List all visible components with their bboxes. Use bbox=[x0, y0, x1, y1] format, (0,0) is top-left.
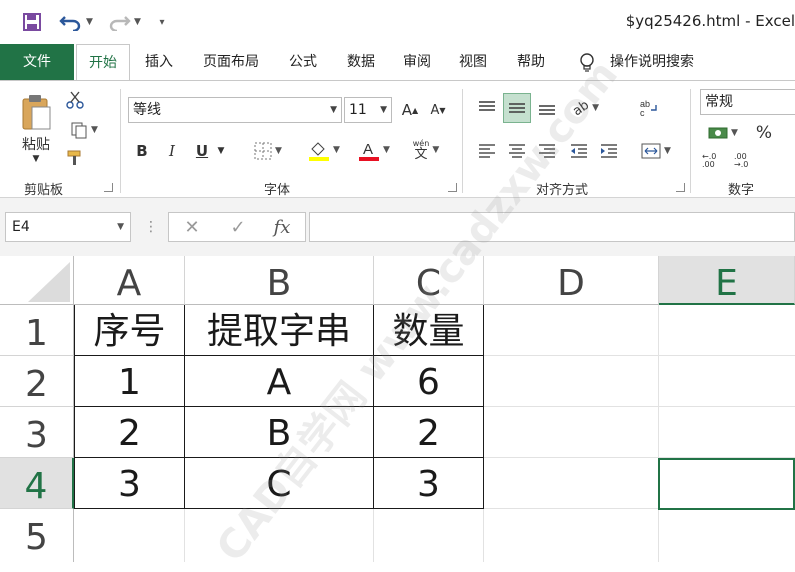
group-divider bbox=[690, 89, 691, 193]
decrease-font-icon[interactable]: A ▼ bbox=[426, 97, 450, 123]
paste-label[interactable]: 粘贴 bbox=[14, 135, 58, 153]
enter-icon[interactable]: ✓ bbox=[224, 212, 252, 242]
format-painter-icon[interactable] bbox=[64, 147, 86, 169]
tab-formulas[interactable]: 公式 bbox=[278, 44, 328, 80]
formula-input[interactable] bbox=[309, 212, 795, 242]
window-title: $yq25426.html - Excel bbox=[625, 12, 795, 30]
clipboard-group-label: 剪贴板 bbox=[24, 183, 64, 198]
font-name-select[interactable]: 等线 ▼ bbox=[128, 97, 342, 123]
formula-bar-grip-icon[interactable]: ⋮ bbox=[144, 212, 158, 242]
column-header-a[interactable]: A bbox=[74, 256, 185, 305]
tab-insert[interactable]: 插入 bbox=[134, 44, 184, 80]
gridline bbox=[658, 305, 659, 562]
clipboard-launcher-icon[interactable] bbox=[104, 183, 113, 192]
percent-style-button[interactable]: % bbox=[752, 121, 776, 145]
decrease-decimal-button[interactable]: .00 →.0 bbox=[734, 149, 762, 173]
alignment-launcher-icon[interactable] bbox=[676, 183, 685, 192]
merge-center-icon[interactable]: ▼ bbox=[634, 139, 678, 163]
paste-icon[interactable] bbox=[16, 91, 56, 135]
formula-bar: E4 ▼ ⋮ ✕ ✓ fx bbox=[0, 198, 795, 256]
increase-font-icon[interactable]: A ▲ bbox=[398, 97, 422, 123]
tell-me-search[interactable]: 操作说明搜索 bbox=[610, 44, 694, 80]
column-header-d[interactable]: D bbox=[484, 256, 659, 305]
number-format-select[interactable]: 常规 bbox=[700, 89, 795, 115]
cell-c3[interactable]: 2 bbox=[374, 407, 484, 458]
cut-icon[interactable] bbox=[64, 89, 86, 111]
gridline bbox=[484, 406, 795, 407]
group-divider bbox=[462, 89, 463, 193]
row-header-1[interactable]: 1 bbox=[0, 305, 74, 356]
row-header-4[interactable]: 4 bbox=[0, 458, 74, 509]
gridline bbox=[484, 355, 795, 356]
ribbon-tabs: 文件 开始 插入 页面布局 公式 数据 审阅 视图 帮助 操作说明搜索 bbox=[0, 44, 795, 81]
cell-c4[interactable]: 3 bbox=[374, 458, 484, 509]
insert-function-button[interactable]: fx bbox=[268, 212, 296, 242]
font-name-value: 等线 bbox=[133, 102, 161, 118]
font-color-icon[interactable]: A ▼ bbox=[352, 137, 396, 163]
wrap-text-icon[interactable]: ab c bbox=[636, 95, 662, 121]
number-format-value: 常规 bbox=[705, 94, 733, 110]
underline-dropdown-icon[interactable]: ▼ bbox=[214, 139, 228, 163]
customize-icon[interactable]: ▾ bbox=[152, 10, 172, 34]
gridline bbox=[483, 509, 484, 562]
worksheet-grid: A B C D E 1 2 3 4 5 序号 提取字串 数量 1 A 6 2 B… bbox=[0, 52, 795, 570]
fill-color-icon[interactable]: ▼ bbox=[302, 137, 346, 163]
bold-button[interactable]: B bbox=[132, 139, 152, 163]
paste-dropdown-icon[interactable]: ▼ bbox=[28, 153, 44, 165]
tab-help[interactable]: 帮助 bbox=[506, 44, 556, 80]
name-box[interactable]: E4 ▼ bbox=[5, 212, 131, 242]
tab-view[interactable]: 视图 bbox=[448, 44, 498, 80]
tab-home[interactable]: 开始 bbox=[76, 44, 130, 81]
redo-icon[interactable]: ▼ bbox=[104, 10, 144, 34]
cancel-icon[interactable]: ✕ bbox=[178, 212, 206, 242]
title-bar: ▼ ▼ ▾ $yq25426.html - Excel bbox=[0, 0, 795, 44]
number-group-label: 数字 bbox=[728, 183, 755, 198]
name-box-value: E4 bbox=[12, 219, 30, 235]
row-header-3[interactable]: 3 bbox=[0, 407, 74, 458]
ribbon: 粘贴 ▼ ▼ 剪贴板 等线 ▼ 11 ▼ A ▲ A ▼ B I U ▼ ▼ ▼ A ▼… bbox=[0, 80, 795, 198]
align-top-icon[interactable] bbox=[474, 95, 500, 121]
svg-text:c: c bbox=[640, 108, 645, 118]
group-divider bbox=[120, 89, 121, 193]
gridline bbox=[184, 509, 185, 562]
italic-button[interactable]: I bbox=[162, 139, 182, 163]
increase-decimal-button[interactable]: ←.0 .00 bbox=[702, 149, 730, 173]
column-header-e[interactable]: E bbox=[659, 256, 795, 305]
phonetic-guide-icon[interactable]: wén 文 ▼ bbox=[406, 137, 446, 163]
font-size-value: 11 bbox=[349, 102, 367, 118]
select-all-button[interactable] bbox=[0, 256, 74, 305]
font-launcher-icon[interactable] bbox=[448, 183, 457, 192]
tab-page-layout[interactable]: 页面布局 bbox=[192, 44, 270, 80]
save-icon[interactable] bbox=[18, 10, 46, 34]
cell-a4[interactable]: 3 bbox=[74, 458, 185, 509]
tab-review[interactable]: 审阅 bbox=[392, 44, 442, 80]
undo-icon[interactable]: ▼ bbox=[56, 10, 96, 34]
tab-data[interactable]: 数据 bbox=[336, 44, 386, 80]
accounting-format-icon[interactable]: ▼ bbox=[702, 121, 744, 145]
row-header-2[interactable]: 2 bbox=[0, 356, 74, 407]
cell-a3[interactable]: 2 bbox=[74, 407, 185, 458]
font-group-label: 字体 bbox=[264, 183, 291, 198]
cell-a1[interactable]: 序号 bbox=[74, 305, 185, 356]
increase-indent-icon[interactable] bbox=[596, 139, 622, 163]
tab-file[interactable]: 文件 bbox=[0, 44, 74, 80]
row-header-5[interactable]: 5 bbox=[0, 509, 74, 562]
borders-icon[interactable]: ▼ bbox=[246, 139, 290, 163]
svg-text:A: A bbox=[363, 141, 373, 158]
gridline bbox=[373, 509, 374, 562]
column-header-b[interactable]: B bbox=[185, 256, 374, 305]
underline-button[interactable]: U bbox=[190, 139, 214, 163]
copy-icon[interactable]: ▼ bbox=[64, 119, 104, 141]
active-cell-e4[interactable] bbox=[658, 458, 795, 510]
cell-a2[interactable]: 1 bbox=[74, 356, 185, 407]
font-size-select[interactable]: 11 ▼ bbox=[344, 97, 392, 123]
